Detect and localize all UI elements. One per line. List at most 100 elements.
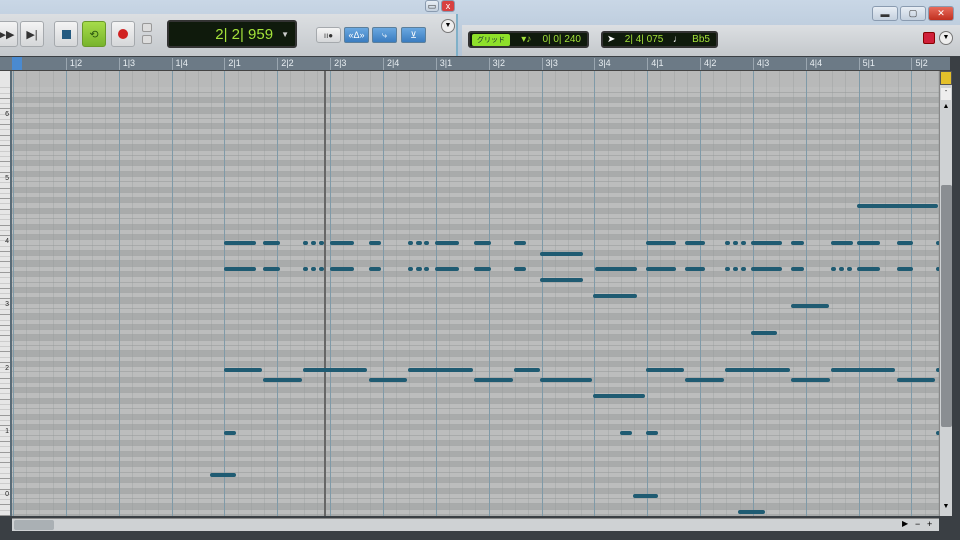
midi-note[interactable] — [224, 367, 262, 372]
piano-key[interactable] — [0, 356, 10, 358]
piano-key[interactable] — [0, 324, 10, 326]
midi-note[interactable] — [539, 378, 593, 383]
piano-key[interactable] — [0, 393, 10, 395]
piano-key[interactable] — [0, 266, 10, 268]
close-panel-button[interactable]: x — [441, 0, 455, 12]
piano-key[interactable] — [0, 425, 10, 427]
piano-key[interactable] — [0, 187, 10, 189]
timeline-ruler[interactable]: 1|2 1|3 1|4 2|1 2|2 2|3 2|4 3|1 3|2 3|3 3|4 4|1 4|2 4… — [0, 57, 950, 71]
piano-key[interactable] — [0, 203, 10, 205]
piano-key[interactable] — [0, 145, 10, 147]
piano-key[interactable] — [0, 477, 10, 479]
midi-note[interactable] — [434, 241, 460, 245]
piano-key[interactable] — [0, 377, 10, 379]
midi-note[interactable] — [646, 431, 658, 436]
midi-note[interactable] — [857, 241, 880, 245]
midi-note[interactable] — [632, 494, 658, 499]
midi-note[interactable] — [369, 378, 407, 383]
zoom-in-button[interactable]: + — [927, 519, 938, 530]
midi-note[interactable] — [831, 367, 896, 372]
piano-key[interactable] — [0, 446, 10, 448]
midi-note[interactable] — [684, 378, 724, 383]
piano-key[interactable] — [0, 467, 10, 469]
midi-note[interactable] — [514, 241, 527, 245]
midi-note[interactable] — [684, 267, 705, 272]
zoom-out-button[interactable]: − — [915, 519, 926, 530]
piano-key[interactable] — [0, 124, 10, 126]
go-to-end-button[interactable]: ▶| — [20, 21, 44, 47]
piano-key[interactable] — [0, 382, 10, 384]
auto-scroll-button[interactable]: ⤷ — [372, 27, 397, 43]
midi-note[interactable] — [539, 251, 584, 256]
piano-key[interactable] — [0, 118, 10, 120]
piano-key[interactable] — [0, 97, 10, 99]
scroll-down-icon[interactable]: ▼ — [941, 503, 951, 513]
close-button[interactable]: ✕ — [928, 6, 954, 21]
midi-note[interactable] — [857, 267, 880, 272]
piano-key[interactable] — [0, 398, 10, 400]
midi-note[interactable] — [330, 267, 354, 272]
piano-key[interactable] — [0, 309, 10, 310]
midi-note[interactable] — [646, 367, 685, 372]
piano-key[interactable] — [0, 182, 10, 184]
maximize-button[interactable]: ▢ — [900, 6, 926, 21]
midi-note[interactable] — [514, 367, 540, 372]
midi-note[interactable] — [790, 304, 829, 309]
piano-key[interactable] — [0, 483, 10, 485]
midi-note[interactable] — [407, 367, 473, 372]
time-display[interactable]: 2| 2| 959 ▼ — [167, 20, 297, 48]
piano-key[interactable] — [0, 277, 10, 279]
midi-note[interactable] — [790, 267, 805, 272]
midi-note[interactable] — [369, 267, 381, 272]
midi-note[interactable] — [224, 241, 257, 245]
piano-key[interactable] — [0, 414, 10, 416]
snap-grid-display[interactable]: グリッド ▾♪ 0| 0| 240 — [468, 31, 589, 48]
midi-note[interactable] — [684, 241, 705, 245]
midi-note[interactable] — [592, 293, 638, 298]
midi-note[interactable] — [369, 241, 381, 245]
piano-key[interactable] — [0, 256, 10, 258]
piano-key[interactable] — [0, 372, 10, 374]
midi-note[interactable] — [620, 431, 632, 436]
piano-key[interactable] — [0, 404, 10, 406]
snap-tool-button[interactable]: ⊻ — [401, 27, 426, 43]
midi-note[interactable] — [539, 277, 584, 282]
piano-key[interactable] — [0, 298, 10, 300]
midi-note[interactable] — [750, 267, 782, 272]
punch-out-toggle[interactable] — [142, 35, 152, 44]
panel-menu-button[interactable]: ▼ — [441, 19, 455, 33]
midi-note[interactable] — [646, 241, 677, 245]
piano-key[interactable] — [0, 330, 10, 332]
midi-note[interactable] — [473, 267, 491, 272]
midi-note[interactable] — [514, 267, 527, 272]
loop-button[interactable]: ⟲ — [82, 21, 106, 47]
midi-note[interactable] — [262, 241, 280, 245]
zoom-vertical-button[interactable]: - — [941, 88, 951, 100]
step-input-button[interactable]: «Δ» — [344, 27, 369, 43]
midi-note[interactable] — [592, 394, 646, 399]
midi-note[interactable] — [790, 378, 831, 383]
scroll-right-icon[interactable]: ▶ — [902, 519, 913, 530]
piano-key[interactable] — [0, 441, 10, 442]
piano-key[interactable] — [0, 198, 10, 200]
piano-key[interactable] — [0, 287, 10, 289]
piano-key[interactable] — [0, 314, 10, 316]
piano-key[interactable] — [0, 103, 10, 105]
midi-note[interactable] — [210, 473, 237, 478]
piano-key[interactable] — [0, 235, 10, 237]
piano-key[interactable] — [0, 224, 10, 226]
piano-key[interactable] — [0, 129, 10, 131]
piano-key[interactable] — [0, 108, 10, 110]
piano-key[interactable] — [0, 87, 10, 89]
piano-key[interactable] — [0, 282, 10, 284]
piano-key[interactable] — [0, 250, 10, 252]
piano-key[interactable] — [0, 351, 10, 353]
midi-note[interactable] — [750, 241, 782, 245]
piano-key[interactable] — [0, 192, 10, 194]
piano-key[interactable] — [0, 419, 10, 421]
midi-note[interactable] — [416, 241, 422, 245]
piano-key[interactable] — [0, 171, 10, 173]
piano-key[interactable] — [0, 293, 10, 295]
record-button[interactable] — [111, 21, 135, 47]
piano-key[interactable] — [0, 345, 10, 347]
